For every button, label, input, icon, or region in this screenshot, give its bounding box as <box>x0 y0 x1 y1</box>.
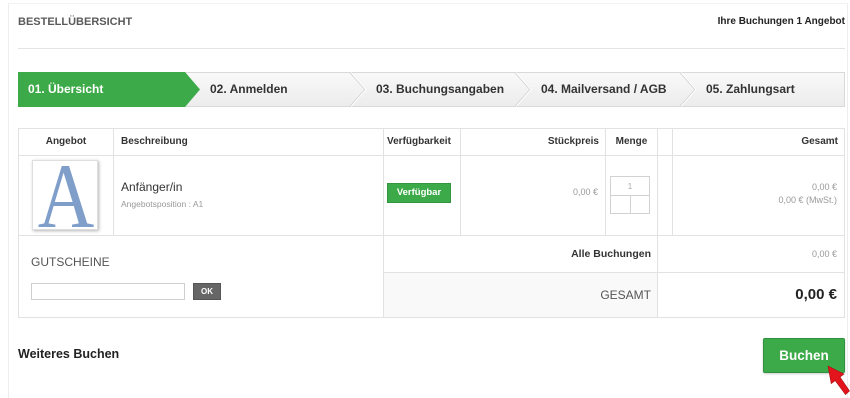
availability-cell: Verfügbar <box>384 156 461 236</box>
order-table: Angebot Beschreibung Verfügbarkeit Stück… <box>18 128 845 318</box>
voucher-title: GUTSCHEINE <box>31 255 110 269</box>
offer-image-letter: A <box>37 160 95 230</box>
grand-total-value: 0,00 € <box>658 273 845 318</box>
step-overview: 01. Übersicht <box>18 72 200 107</box>
quantity-increase-button[interactable] <box>630 195 650 214</box>
step-mail-terms: 04. Mailversand / AGB <box>530 72 695 107</box>
spacer-cell <box>658 156 673 236</box>
total-cell: 0,00 € 0,00 € (MwSt.) <box>673 156 845 236</box>
voucher-section: GUTSCHEINE OK <box>19 236 384 318</box>
column-header-quantity: Menge <box>606 129 658 156</box>
step-login: 02. Anmelden <box>200 72 365 107</box>
column-header-unit-price: Stückpreis <box>461 129 606 156</box>
offer-position: Angebotsposition : A1 <box>121 199 204 209</box>
step-payment-label: 05. Zahlungsart <box>706 82 795 96</box>
availability-badge: Verfügbar <box>387 183 451 203</box>
item-total-vat: 0,00 € (MwSt.) <box>778 195 837 205</box>
column-header-offer: Angebot <box>19 129 114 156</box>
all-bookings-label: Alle Buchungen <box>384 236 658 273</box>
mouse-cursor-icon <box>827 365 850 395</box>
booking-summary: Ihre Buchungen 1 Angebot <box>717 16 845 27</box>
unit-price: 0,00 € <box>572 187 598 197</box>
checkout-steps: 01. Übersicht 02. Anmelden 03. Buchungsa… <box>18 72 845 107</box>
column-header-total: Gesamt <box>673 129 845 156</box>
offer-image: A <box>32 160 98 230</box>
unit-price-cell: 0,00 € <box>461 156 606 236</box>
column-header-spacer <box>658 129 673 156</box>
step-overview-label: 01. Übersicht <box>28 82 104 96</box>
item-total: 0,00 € <box>811 182 837 192</box>
step-payment: 05. Zahlungsart <box>695 72 845 107</box>
continue-booking-link[interactable]: Weiteres Buchen <box>18 347 119 361</box>
booking-overview-page: BESTELLÜBERSICHT Ihre Buchungen 1 Angebo… <box>0 0 850 398</box>
quantity-decrease-button[interactable] <box>610 195 631 214</box>
step-booking-details-label: 03. Buchungsangaben <box>376 82 505 96</box>
column-header-availability: Verfügbarkeit <box>384 129 461 156</box>
column-header-description: Beschreibung <box>114 129 384 156</box>
step-login-label: 02. Anmelden <box>210 82 288 96</box>
header-divider <box>18 48 845 49</box>
description-cell: Anfänger/in Angebotsposition : A1 <box>114 156 384 236</box>
all-bookings-value: 0,00 € <box>658 236 845 273</box>
voucher-code-input[interactable] <box>31 283 185 300</box>
offer-image-cell: A <box>19 156 114 236</box>
quantity-cell <box>606 156 658 236</box>
page-title: BESTELLÜBERSICHT <box>18 16 133 28</box>
step-mail-terms-label: 04. Mailversand / AGB <box>541 82 667 96</box>
voucher-ok-button[interactable]: OK <box>193 283 221 300</box>
grand-total-label: GESAMT <box>384 273 658 318</box>
step-booking-details: 03. Buchungsangaben <box>365 72 530 107</box>
quantity-input[interactable] <box>610 176 650 196</box>
offer-title: Anfänger/in <box>121 180 183 194</box>
